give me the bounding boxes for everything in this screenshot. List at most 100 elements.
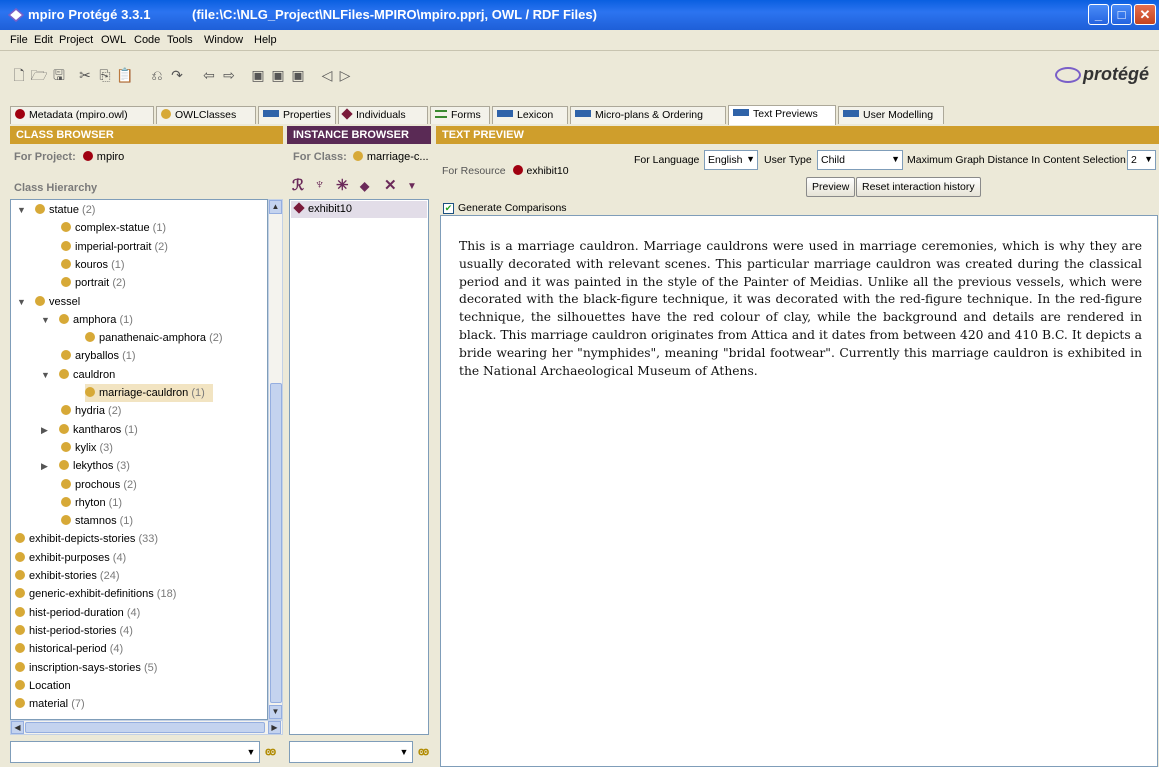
tree-node[interactable]: stamnos (1): [61, 512, 133, 530]
chevron-down-icon[interactable]: ▼: [396, 742, 412, 762]
copy-icon[interactable]: ⎘: [96, 66, 114, 84]
nav-back-icon[interactable]: ◁: [318, 66, 336, 84]
class-search-combo[interactable]: ▼: [10, 741, 260, 763]
scroll-down-button[interactable]: ▼: [269, 705, 282, 719]
tree-node[interactable]: ▼ amphora (1): [41, 311, 133, 329]
tab-user-modelling[interactable]: User Modelling: [838, 106, 944, 124]
tab-properties[interactable]: Properties: [258, 106, 336, 124]
class-icon: [61, 258, 71, 269]
multi-instance-icon[interactable]: ✳: [336, 176, 349, 194]
tab-micro-plans[interactable]: Micro-plans & Ordering: [570, 106, 726, 124]
binoculars-icon[interactable]: ꙭ: [265, 745, 276, 758]
tree-node[interactable]: ▶ lekythos (3): [41, 457, 130, 475]
create-instance-icon[interactable]: ♆: [314, 176, 325, 193]
new-file-icon[interactable]: 🗋: [10, 66, 28, 84]
menu-code[interactable]: Code: [134, 34, 160, 46]
tree-node[interactable]: kylix (3): [61, 439, 113, 457]
menu-project[interactable]: Project: [59, 34, 93, 46]
paste-icon[interactable]: 📋: [116, 66, 134, 84]
forward-icon[interactable]: ⇨: [220, 66, 238, 84]
tree-node[interactable]: exhibit-purposes (4): [15, 549, 126, 567]
tree-node[interactable]: hydria (2): [61, 402, 121, 420]
tree-node[interactable]: kouros (1): [61, 256, 125, 274]
tree-node[interactable]: generic-exhibit-definitions (18): [15, 585, 176, 603]
instance-search-combo[interactable]: ▼: [289, 741, 413, 763]
tab-forms[interactable]: Forms: [430, 106, 490, 124]
tree-node[interactable]: hist-period-duration (4): [15, 604, 140, 622]
user-type-select[interactable]: Child ▼: [817, 150, 903, 170]
tree-node[interactable]: exhibit-stories (24): [15, 567, 119, 585]
class-tree-horizontal-scrollbar[interactable]: ◀ ▶: [10, 720, 283, 735]
menu-owl[interactable]: OWL: [101, 34, 126, 46]
query-icon[interactable]: ▣: [249, 66, 267, 84]
tab-owlclasses[interactable]: OWLClasses: [156, 106, 256, 124]
generate-comparisons-checkbox[interactable]: ✔: [443, 203, 454, 214]
tab-individuals[interactable]: Individuals: [338, 106, 428, 124]
text-preview-pane[interactable]: This is a marriage cauldron. Marriage ca…: [440, 215, 1158, 767]
tab-lexicon[interactable]: Lexicon: [492, 106, 568, 124]
reset-interaction-button[interactable]: Reset interaction history: [856, 177, 981, 197]
chevron-down-icon[interactable]: ▼: [407, 181, 417, 192]
close-button[interactable]: ✕: [1134, 4, 1156, 25]
tree-node[interactable]: marriage-cauldron (1): [85, 384, 213, 402]
tree-node[interactable]: prochous (2): [61, 476, 137, 494]
tree-node[interactable]: historical-period (4): [15, 640, 123, 658]
cut-icon[interactable]: ✂: [76, 66, 94, 84]
instance-frame-icon[interactable]: ▣: [289, 66, 307, 84]
menu-edit[interactable]: Edit: [34, 34, 53, 46]
language-select[interactable]: English ▼: [704, 150, 758, 170]
tree-node[interactable]: panathenaic-amphora (2): [85, 329, 223, 347]
expand-down-icon[interactable]: ▼: [17, 201, 27, 219]
tree-node[interactable]: portrait (2): [61, 274, 126, 292]
nav-forward-icon[interactable]: ▷: [336, 66, 354, 84]
tab-metadata[interactable]: Metadata (mpiro.owl): [10, 106, 154, 124]
expand-down-icon[interactable]: ▼: [41, 366, 51, 384]
max-distance-select[interactable]: 2 ▼: [1127, 150, 1156, 170]
expand-down-icon[interactable]: ▼: [17, 293, 27, 311]
undo-icon[interactable]: ⎌: [148, 66, 166, 84]
maximize-button[interactable]: □: [1111, 4, 1132, 25]
expand-right-icon[interactable]: ▶: [41, 421, 51, 439]
tree-node[interactable]: ▶ kantharos (1): [41, 421, 138, 439]
blue-bar-icon: [843, 110, 859, 117]
scroll-left-button[interactable]: ◀: [11, 721, 24, 734]
scroll-right-button[interactable]: ▶: [268, 721, 281, 734]
tree-node[interactable]: exhibit-depicts-stories (33): [15, 530, 158, 548]
tree-node[interactable]: inscription-says-stories (5): [15, 659, 157, 677]
menu-help[interactable]: Help: [254, 34, 277, 46]
open-frame-icon[interactable]: ▣: [269, 66, 287, 84]
menu-tools[interactable]: Tools: [167, 34, 193, 46]
tree-node[interactable]: rhyton (1): [61, 494, 122, 512]
save-icon[interactable]: 🖫: [50, 66, 68, 84]
chevron-down-icon[interactable]: ▼: [243, 742, 259, 762]
add-instance-icon[interactable]: ℛ: [292, 176, 304, 194]
tree-node[interactable]: complex-statue (1): [61, 219, 166, 237]
back-icon[interactable]: ⇦: [200, 66, 218, 84]
minimize-button[interactable]: _: [1088, 4, 1109, 25]
tree-node[interactable]: material (7): [15, 695, 85, 713]
tree-node[interactable]: ▼ vessel: [17, 293, 80, 311]
menu-window[interactable]: Window: [204, 34, 243, 46]
expand-right-icon[interactable]: ▶: [41, 457, 51, 475]
expand-down-icon[interactable]: ▼: [41, 311, 51, 329]
class-tree-vertical-scrollbar[interactable]: ▲ ▼: [268, 199, 283, 720]
tree-node[interactable]: ▼ statue (2): [17, 201, 95, 219]
binoculars-icon[interactable]: ꙭ: [418, 745, 429, 758]
tree-node[interactable]: Location: [15, 677, 71, 695]
tree-node[interactable]: imperial-portrait (2): [61, 238, 168, 256]
scroll-thumb[interactable]: [270, 383, 282, 703]
menu-file[interactable]: File: [10, 34, 28, 46]
open-folder-icon[interactable]: 🗁: [30, 66, 48, 84]
preview-button[interactable]: Preview: [806, 177, 856, 197]
tree-node[interactable]: aryballos (1): [61, 347, 136, 365]
title-bar[interactable]: mpiro Protégé 3.3.1 (file:\C:\NLG_Projec…: [0, 0, 1159, 30]
tree-node[interactable]: ▼ cauldron: [41, 366, 115, 384]
list-item-instance[interactable]: exhibit10: [291, 201, 427, 218]
tree-node[interactable]: hist-period-stories (4): [15, 622, 133, 640]
scroll-up-button[interactable]: ▲: [269, 200, 282, 214]
references-icon[interactable]: ◆: [360, 179, 369, 193]
tab-text-previews[interactable]: Text Previews: [728, 105, 836, 125]
redo-icon[interactable]: ↷: [168, 66, 186, 84]
delete-instance-icon[interactable]: ✕: [384, 176, 397, 194]
hscroll-thumb[interactable]: [25, 722, 265, 733]
